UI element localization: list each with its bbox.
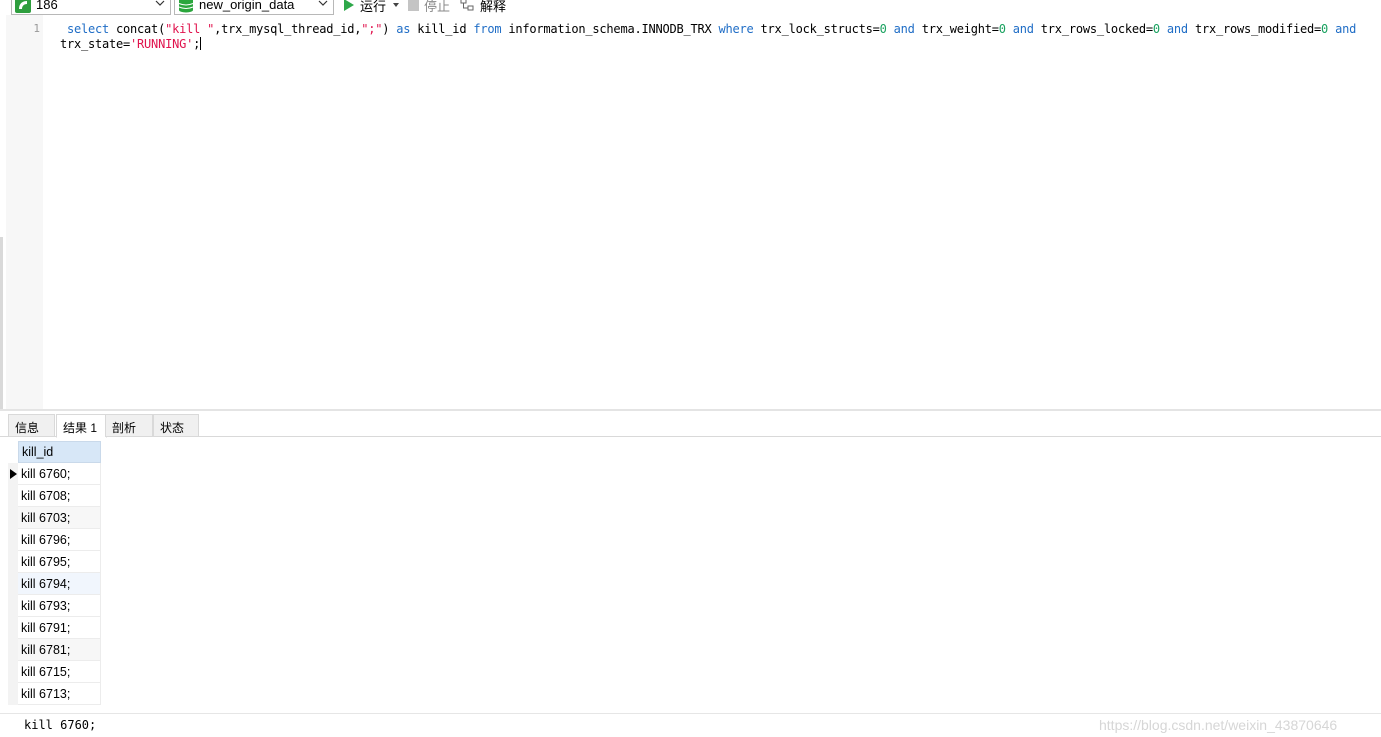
sql-text: ; bbox=[193, 37, 201, 51]
sql-text: trx_lock_structs= bbox=[753, 22, 880, 36]
sql-keyword: where bbox=[718, 22, 754, 36]
database-icon bbox=[178, 0, 194, 12]
table-cell[interactable]: kill 6793; bbox=[18, 595, 101, 617]
stop-icon bbox=[408, 0, 419, 11]
sql-text: trx_rows_modified= bbox=[1187, 22, 1322, 36]
grid-corner bbox=[8, 441, 18, 463]
table-cell[interactable]: kill 6794; bbox=[18, 573, 101, 595]
sql-keyword: and bbox=[893, 22, 915, 36]
table-cell[interactable]: kill 6795; bbox=[18, 551, 101, 573]
tab-result-1[interactable]: 结果 1 bbox=[56, 414, 107, 438]
row-indicator bbox=[8, 639, 18, 661]
sql-keyword: and bbox=[1166, 22, 1188, 36]
sql-text: trx_weight= bbox=[914, 22, 999, 36]
sql-string: ";" bbox=[361, 22, 383, 36]
sql-keyword: and bbox=[1012, 22, 1034, 36]
explain-icon bbox=[460, 0, 474, 11]
chevron-down-icon bbox=[155, 0, 165, 6]
sql-editor[interactable]: select concat("kill ",trx_mysql_thread_i… bbox=[43, 15, 1381, 410]
run-label: 运行 bbox=[360, 0, 387, 14]
table-row[interactable]: kill 6793; bbox=[8, 595, 102, 617]
database-name: new_origin_data bbox=[199, 0, 295, 12]
table-row[interactable]: kill 6713; bbox=[8, 683, 102, 705]
column-header-kill-id[interactable]: kill_id bbox=[18, 441, 101, 463]
tab-info[interactable]: 信息 bbox=[8, 414, 55, 437]
table-row[interactable]: kill 6781; bbox=[8, 639, 102, 661]
connection-select[interactable]: 186 bbox=[11, 0, 171, 15]
sql-text: trx_rows_locked= bbox=[1033, 22, 1153, 36]
sql-text: concat( bbox=[109, 22, 166, 36]
watermark: https://blog.csdn.net/weixin_43870646 bbox=[1099, 717, 1338, 733]
tab-profile[interactable]: 剖析 bbox=[105, 414, 153, 437]
sql-keyword: from bbox=[473, 22, 502, 36]
grid-header: kill_id bbox=[8, 441, 102, 463]
row-indicator bbox=[8, 661, 18, 683]
result-tabs: 信息 结果 1 剖析 状态 bbox=[0, 411, 1381, 438]
sql-string: 'RUNNING' bbox=[130, 37, 194, 51]
query-toolbar: 186 new_origin_data 运行 停止 解释 bbox=[0, 0, 1381, 15]
row-indicator bbox=[8, 683, 18, 705]
sql-keyword: select bbox=[67, 22, 110, 36]
row-indicator bbox=[8, 617, 18, 639]
table-row[interactable]: kill 6791; bbox=[8, 617, 102, 639]
table-row[interactable]: kill 6794; bbox=[8, 573, 102, 595]
text-caret bbox=[200, 37, 202, 50]
sql-keyword: and bbox=[1335, 22, 1357, 36]
table-cell[interactable]: kill 6791; bbox=[18, 617, 101, 639]
result-grid: kill_id kill 6760; kill 6708; kill 6703;… bbox=[8, 441, 102, 705]
table-cell[interactable]: kill 6781; bbox=[18, 639, 101, 661]
editor-edge-scrollbar[interactable] bbox=[0, 237, 3, 410]
table-cell[interactable]: kill 6703; bbox=[18, 507, 101, 529]
row-indicator bbox=[8, 573, 18, 595]
line-number: 1 bbox=[33, 22, 40, 35]
sql-string: "kill " bbox=[165, 22, 215, 36]
sql-number: 0 bbox=[879, 22, 887, 36]
table-row[interactable]: kill 6795; bbox=[8, 551, 102, 573]
chevron-down-icon bbox=[318, 0, 328, 6]
sql-text: ) bbox=[382, 22, 397, 36]
table-row[interactable]: kill 6715; bbox=[8, 661, 102, 683]
status-bar: kill 6760; https://blog.csdn.net/weixin_… bbox=[0, 713, 1381, 737]
explain-button[interactable]: 解释 bbox=[460, 0, 507, 14]
sql-line-1-wrapped: trx_state='RUNNING'; bbox=[60, 36, 202, 52]
sql-line-1: select concat("kill ",trx_mysql_thread_i… bbox=[67, 21, 1356, 37]
play-icon bbox=[344, 0, 354, 11]
table-cell[interactable]: kill 6715; bbox=[18, 661, 101, 683]
table-cell[interactable]: kill 6796; bbox=[18, 529, 101, 551]
sql-text: kill_id bbox=[410, 22, 474, 36]
row-indicator bbox=[8, 595, 18, 617]
row-indicator bbox=[8, 507, 18, 529]
row-indicator bbox=[8, 551, 18, 573]
stop-label: 停止 bbox=[424, 0, 451, 14]
row-indicator bbox=[8, 463, 18, 485]
sql-text: ,trx_mysql_thread_id, bbox=[214, 22, 362, 36]
sql-keyword: as bbox=[396, 22, 411, 36]
sql-text: trx_state= bbox=[60, 37, 131, 51]
row-pointer-icon bbox=[10, 469, 17, 479]
explain-label: 解释 bbox=[480, 0, 507, 14]
row-indicator bbox=[8, 485, 18, 507]
status-query-text: kill 6760; bbox=[24, 718, 97, 732]
sql-text: information_schema.INNODB_TRX bbox=[501, 22, 719, 36]
table-cell[interactable]: kill 6713; bbox=[18, 683, 101, 705]
run-button[interactable]: 运行 bbox=[343, 0, 401, 14]
row-indicator bbox=[8, 529, 18, 551]
connection-icon bbox=[15, 0, 31, 13]
table-row[interactable]: kill 6708; bbox=[8, 485, 102, 507]
table-row[interactable]: kill 6796; bbox=[8, 529, 102, 551]
caret-down-icon bbox=[393, 3, 400, 7]
line-number-gutter: 1 bbox=[6, 15, 43, 410]
stop-button[interactable]: 停止 bbox=[408, 0, 451, 14]
tab-status[interactable]: 状态 bbox=[153, 414, 199, 437]
sql-number: 0 bbox=[1152, 22, 1160, 36]
connection-name: 186 bbox=[36, 0, 58, 12]
table-cell[interactable]: kill 6760; bbox=[18, 463, 101, 485]
table-row[interactable]: kill 6760; bbox=[8, 463, 102, 485]
sql-number: 0 bbox=[1321, 22, 1329, 36]
table-row[interactable]: kill 6703; bbox=[8, 507, 102, 529]
sql-number: 0 bbox=[998, 22, 1006, 36]
table-cell[interactable]: kill 6708; bbox=[18, 485, 101, 507]
database-select[interactable]: new_origin_data bbox=[174, 0, 334, 15]
navicat-query-window: 186 new_origin_data 运行 停止 解释 1 select co… bbox=[0, 0, 1381, 737]
